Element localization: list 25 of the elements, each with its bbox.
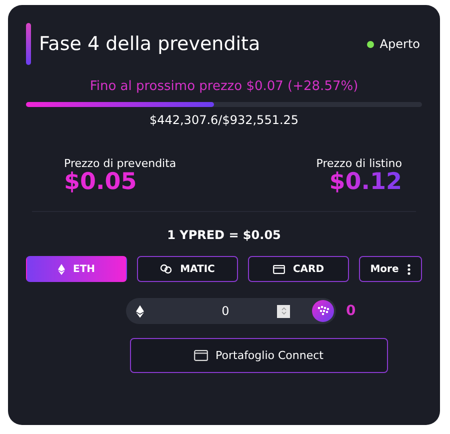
connect-wallet-button[interactable]: Portafoglio Connect xyxy=(130,338,388,374)
payment-tab[interactable]: CARD xyxy=(248,256,349,282)
accent-bar xyxy=(26,23,31,65)
price-value: $0.05 xyxy=(64,170,137,196)
payment-tab[interactable]: MATIC xyxy=(137,256,238,282)
payment-tab[interactable]: ETH xyxy=(26,256,127,282)
payment-tab[interactable]: More xyxy=(359,256,422,282)
progress-reading: $442,307.6/$932,551.25 xyxy=(148,113,300,127)
ethereum-icon xyxy=(136,304,144,318)
price-label: Prezzo di listino xyxy=(316,157,402,170)
token-icon xyxy=(312,300,334,322)
presale-title: Fase 4 della prevendita xyxy=(39,33,262,55)
card-icon xyxy=(272,264,285,274)
wallet-icon xyxy=(194,350,208,362)
kebab-icon xyxy=(406,264,411,275)
next-price-text: Fino al prossimo prezzo $0.07 (+28.57%) xyxy=(88,79,360,94)
exchange-rate: 1 YPRED = $0.05 xyxy=(166,228,282,242)
spinner-icon[interactable] xyxy=(277,304,290,318)
token-amount: 0 xyxy=(346,303,357,320)
ethereum-icon xyxy=(58,264,65,275)
status-label: Aperto xyxy=(380,37,420,51)
link-icon xyxy=(160,264,172,274)
amount-field[interactable]: 0 xyxy=(126,298,336,324)
price-value: $0.12 xyxy=(329,170,402,196)
price-label: Prezzo di prevendita xyxy=(64,157,176,170)
